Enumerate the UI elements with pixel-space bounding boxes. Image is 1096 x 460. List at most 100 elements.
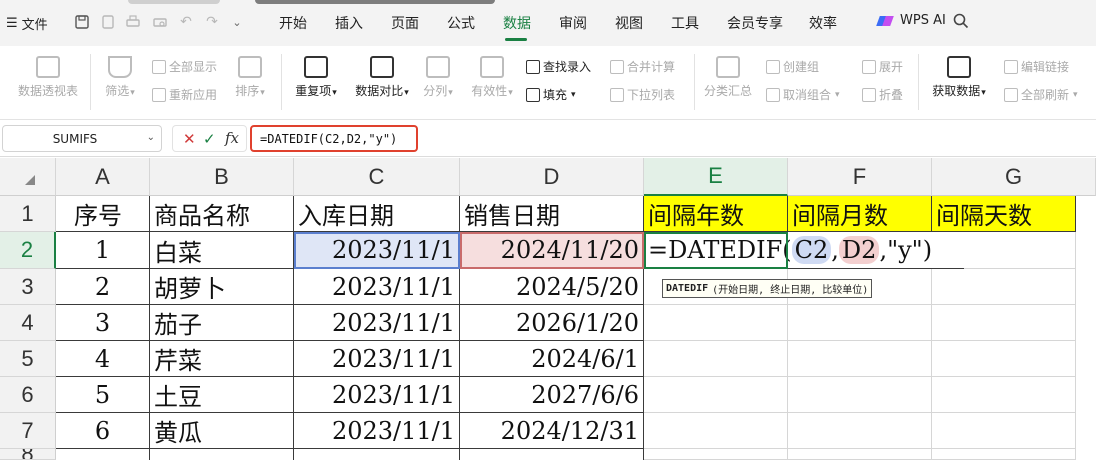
- save-icon[interactable]: [73, 13, 91, 31]
- validity-button[interactable]: 有效性▾: [466, 56, 518, 99]
- cell-c2[interactable]: 2023/11/1: [294, 232, 460, 269]
- cell-b7[interactable]: 黄瓜: [150, 413, 294, 449]
- tab-member[interactable]: 会员专享: [727, 13, 783, 33]
- row-header-7[interactable]: 7: [0, 413, 56, 449]
- cell-a8[interactable]: [56, 449, 150, 460]
- tab-view[interactable]: 视图: [615, 13, 643, 33]
- filter-button[interactable]: 筛选▾: [98, 56, 142, 99]
- column-header-e[interactable]: E: [644, 158, 788, 196]
- header-cell-product[interactable]: 商品名称: [150, 196, 294, 232]
- cancel-icon[interactable]: ✕: [183, 130, 196, 148]
- cell-b3[interactable]: 胡萝卜: [150, 269, 294, 305]
- cell-g4[interactable]: [932, 305, 1076, 341]
- cell-d4[interactable]: 2026/1/20: [460, 305, 644, 341]
- cell-e5[interactable]: [644, 341, 788, 377]
- column-header-a[interactable]: A: [56, 158, 150, 196]
- cell-f7[interactable]: [788, 413, 932, 449]
- pivot-table-button[interactable]: 数据透视表: [16, 56, 80, 99]
- name-box[interactable]: SUMIFS ⌄: [2, 125, 162, 152]
- cell-a5[interactable]: 4: [56, 341, 150, 377]
- row-header-6[interactable]: 6: [0, 377, 56, 413]
- cell-d5[interactable]: 2024/6/1: [460, 341, 644, 377]
- header-cell-months[interactable]: 间隔月数: [788, 196, 932, 232]
- reapply-button[interactable]: 重新应用: [152, 86, 217, 103]
- cell-d7[interactable]: 2024/12/31: [460, 413, 644, 449]
- cell-b6[interactable]: 土豆: [150, 377, 294, 413]
- document-tab[interactable]: [128, 0, 220, 4]
- cell-c8[interactable]: [294, 449, 460, 460]
- column-header-b[interactable]: B: [150, 158, 294, 196]
- tab-insert[interactable]: 插入: [335, 13, 363, 33]
- cell-b5[interactable]: 芹菜: [150, 341, 294, 377]
- cell-g8[interactable]: [932, 449, 1076, 460]
- cell-g7[interactable]: [932, 413, 1076, 449]
- row-header-2[interactable]: 2: [0, 232, 56, 269]
- cell-c7[interactable]: 2023/11/1: [294, 413, 460, 449]
- cell-e4[interactable]: [644, 305, 788, 341]
- cell-g6[interactable]: [932, 377, 1076, 413]
- header-cell-years[interactable]: 间隔年数: [644, 196, 788, 232]
- cell-c6[interactable]: 2023/11/1: [294, 377, 460, 413]
- cell-b8[interactable]: [150, 449, 294, 460]
- confirm-icon[interactable]: ✓: [203, 130, 216, 148]
- select-all-corner[interactable]: [0, 158, 56, 196]
- cell-a4[interactable]: 3: [56, 305, 150, 341]
- cell-d6[interactable]: 2027/6/6: [460, 377, 644, 413]
- cell-a6[interactable]: 5: [56, 377, 150, 413]
- row-header-4[interactable]: 4: [0, 305, 56, 341]
- tab-page[interactable]: 页面: [391, 13, 419, 33]
- row-header-3[interactable]: 3: [0, 269, 56, 305]
- print-preview-icon[interactable]: [151, 13, 169, 31]
- cell-g3[interactable]: [932, 269, 1076, 305]
- cell-d2[interactable]: 2024/11/20: [460, 232, 644, 269]
- header-cell-days[interactable]: 间隔天数: [932, 196, 1076, 232]
- cell-b2[interactable]: 白菜: [150, 232, 294, 269]
- fill-button[interactable]: 填充 ▾: [526, 86, 576, 103]
- edit-ref-c2[interactable]: C2: [791, 236, 832, 264]
- tab-review[interactable]: 审阅: [559, 13, 587, 33]
- cell-c4[interactable]: 2023/11/1: [294, 305, 460, 341]
- edit-links-button[interactable]: 编辑链接: [1004, 58, 1069, 75]
- dropdown-list-button[interactable]: 下拉列表: [610, 86, 675, 103]
- row-header-5[interactable]: 5: [0, 341, 56, 377]
- cell-g5[interactable]: [932, 341, 1076, 377]
- wps-ai-button[interactable]: WPS AI: [878, 13, 946, 28]
- cell-a3[interactable]: 2: [56, 269, 150, 305]
- header-cell-stock-date[interactable]: 入库日期: [294, 196, 460, 232]
- undo-icon[interactable]: ↶: [177, 13, 195, 31]
- create-group-button[interactable]: 创建组: [766, 58, 819, 75]
- cell-d3[interactable]: 2024/5/20: [460, 269, 644, 305]
- cell-d8[interactable]: [460, 449, 644, 460]
- search-icon[interactable]: [953, 13, 969, 29]
- cell-c5[interactable]: 2023/11/1: [294, 341, 460, 377]
- data-compare-button[interactable]: 数据对比▾: [350, 56, 414, 99]
- split-column-button[interactable]: 分列▾: [418, 56, 458, 99]
- edit-ref-d2[interactable]: D2: [838, 236, 880, 264]
- cell-f6[interactable]: [788, 377, 932, 413]
- print-icon[interactable]: [124, 13, 142, 31]
- row-header-8[interactable]: 8: [0, 449, 56, 460]
- row-header-1[interactable]: 1: [0, 196, 56, 232]
- sort-button[interactable]: 排序▾: [228, 56, 272, 99]
- duplicates-button[interactable]: 重复项▾: [290, 56, 342, 99]
- tab-formula[interactable]: 公式: [447, 13, 475, 33]
- tab-home[interactable]: 开始: [279, 13, 307, 33]
- cell-f4[interactable]: [788, 305, 932, 341]
- cell-c3[interactable]: 2023/11/1: [294, 269, 460, 305]
- show-all-button[interactable]: 全部显示: [152, 58, 217, 75]
- chevron-down-icon[interactable]: ⌄: [228, 13, 246, 31]
- insert-function-icon[interactable]: fx: [225, 129, 239, 147]
- header-cell-sale-date[interactable]: 销售日期: [460, 196, 644, 232]
- cell-b4[interactable]: 茄子: [150, 305, 294, 341]
- tab-data[interactable]: 数据: [503, 13, 531, 33]
- formula-input[interactable]: =DATEDIF(C2,D2,"y"): [250, 125, 418, 152]
- expand-button[interactable]: 展开: [862, 58, 903, 75]
- ungroup-button[interactable]: 取消组合 ▾: [766, 86, 840, 103]
- cell-e6[interactable]: [644, 377, 788, 413]
- cell-e2-editor[interactable]: =DATEDIF(C2, D2 ,"y"): [644, 232, 964, 269]
- file-menu-button[interactable]: ☰ 文件: [6, 14, 48, 33]
- document-tab-active[interactable]: [255, 0, 495, 4]
- collapse-button[interactable]: 折叠: [862, 86, 903, 103]
- tab-tools[interactable]: 工具: [671, 13, 699, 33]
- tab-efficiency[interactable]: 效率: [809, 13, 837, 33]
